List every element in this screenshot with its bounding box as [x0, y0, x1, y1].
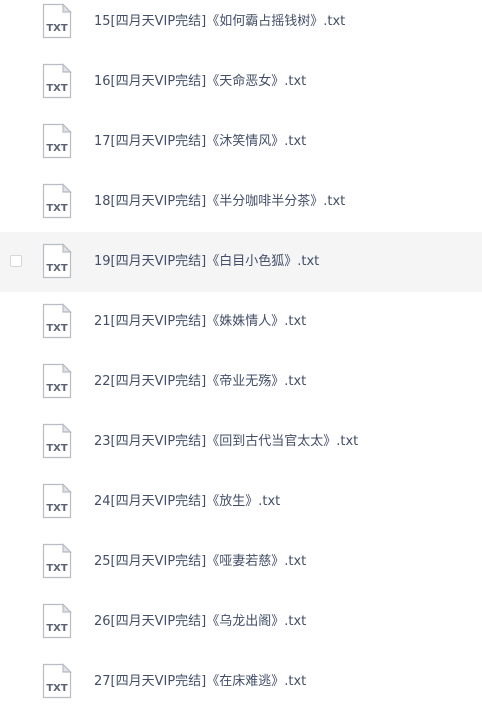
row-checkbox[interactable]: [10, 255, 22, 267]
file-row[interactable]: TXT 16[四月天VIP完结]《天命恶女》.txt: [0, 52, 482, 112]
svg-text:TXT: TXT: [46, 143, 68, 154]
txt-file-icon[interactable]: TXT: [42, 543, 72, 579]
txt-file-icon[interactable]: TXT: [42, 603, 72, 639]
file-row[interactable]: TXT 17[四月天VIP完结]《沐笑情风》.txt: [0, 112, 482, 172]
file-name[interactable]: 17[四月天VIP完结]《沐笑情风》.txt: [94, 112, 306, 172]
file-row[interactable]: TXT 23[四月天VIP完结]《回到古代当官太太》.txt: [0, 412, 482, 472]
txt-file-icon[interactable]: TXT: [42, 123, 72, 159]
svg-text:TXT: TXT: [46, 323, 68, 334]
svg-text:TXT: TXT: [46, 503, 68, 514]
svg-text:TXT: TXT: [46, 203, 68, 214]
svg-text:TXT: TXT: [46, 563, 68, 574]
svg-text:TXT: TXT: [46, 263, 68, 274]
file-name[interactable]: 25[四月天VIP完结]《哑妻若慈》.txt: [94, 532, 306, 592]
txt-file-icon[interactable]: TXT: [42, 243, 72, 279]
file-name[interactable]: 24[四月天VIP完结]《放生》.txt: [94, 472, 280, 532]
file-name[interactable]: 23[四月天VIP完结]《回到古代当官太太》.txt: [94, 412, 358, 472]
file-name[interactable]: 16[四月天VIP完结]《天命恶女》.txt: [94, 52, 306, 112]
file-row[interactable]: TXT 18[四月天VIP完结]《半分咖啡半分茶》.txt: [0, 172, 482, 232]
txt-file-icon[interactable]: TXT: [42, 363, 72, 399]
file-row[interactable]: TXT 21[四月天VIP完结]《姝姝情人》.txt: [0, 292, 482, 352]
txt-file-icon[interactable]: TXT: [42, 3, 72, 39]
svg-text:TXT: TXT: [46, 23, 68, 34]
svg-text:TXT: TXT: [46, 623, 68, 634]
file-row[interactable]: TXT 15[四月天VIP完结]《如何霸占摇钱树》.txt: [0, 0, 482, 52]
txt-file-icon[interactable]: TXT: [42, 63, 72, 99]
file-row[interactable]: TXT 22[四月天VIP完结]《帝业无殇》.txt: [0, 352, 482, 412]
file-list: TXT 15[四月天VIP完结]《如何霸占摇钱树》.txt TXT 16[四月天…: [0, 0, 482, 712]
file-row[interactable]: TXT 26[四月天VIP完结]《乌龙出阁》.txt: [0, 592, 482, 652]
file-name[interactable]: 22[四月天VIP完结]《帝业无殇》.txt: [94, 352, 306, 412]
file-name[interactable]: 19[四月天VIP完结]《白目小色狐》.txt: [94, 232, 319, 292]
file-row[interactable]: TXT 27[四月天VIP完结]《在床难逃》.txt: [0, 652, 482, 712]
file-name[interactable]: 26[四月天VIP完结]《乌龙出阁》.txt: [94, 592, 306, 652]
svg-text:TXT: TXT: [46, 683, 68, 694]
file-row[interactable]: TXT 24[四月天VIP完结]《放生》.txt: [0, 472, 482, 532]
txt-file-icon[interactable]: TXT: [42, 183, 72, 219]
file-name[interactable]: 15[四月天VIP完结]《如何霸占摇钱树》.txt: [94, 0, 345, 52]
txt-file-icon[interactable]: TXT: [42, 303, 72, 339]
txt-file-icon[interactable]: TXT: [42, 663, 72, 699]
svg-text:TXT: TXT: [46, 383, 68, 394]
file-row[interactable]: TXT 25[四月天VIP完结]《哑妻若慈》.txt: [0, 532, 482, 592]
file-row[interactable]: TXT 19[四月天VIP完结]《白目小色狐》.txt: [0, 232, 482, 292]
file-name[interactable]: 21[四月天VIP完结]《姝姝情人》.txt: [94, 292, 306, 352]
svg-text:TXT: TXT: [46, 83, 68, 94]
txt-file-icon[interactable]: TXT: [42, 423, 72, 459]
file-name[interactable]: 18[四月天VIP完结]《半分咖啡半分茶》.txt: [94, 172, 345, 232]
file-name[interactable]: 27[四月天VIP完结]《在床难逃》.txt: [94, 652, 306, 712]
txt-file-icon[interactable]: TXT: [42, 483, 72, 519]
svg-text:TXT: TXT: [46, 443, 68, 454]
